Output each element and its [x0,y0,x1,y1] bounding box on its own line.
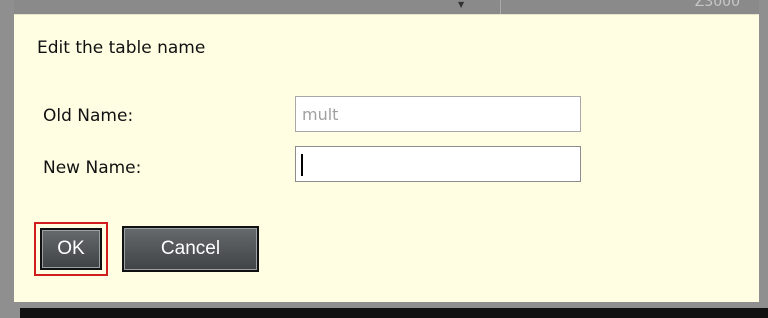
dropdown-arrow-icon: ▼ [458,0,465,9]
cancel-button[interactable]: Cancel [122,226,259,272]
screen: ▼ Z3000 Edit the table name Old Name: Ne… [0,0,768,318]
ok-button[interactable]: OK [40,228,102,270]
edit-table-name-dialog: Edit the table name Old Name: New Name: … [14,14,759,302]
background-partial-text: Z3000 [694,0,740,10]
background-dark-bar [20,308,768,318]
old-name-label: Old Name: [43,106,134,126]
text-caret [301,154,303,176]
ok-button-focus-ring: OK [34,222,108,276]
background-right-edge [759,0,768,318]
new-name-label: New Name: [43,158,142,178]
new-name-field[interactable] [295,146,581,182]
background-left-edge [0,0,14,318]
old-name-field[interactable] [295,96,581,132]
dialog-title: Edit the table name [37,38,206,58]
divider [500,0,501,14]
background-toolbar: ▼ Z3000 [0,0,768,14]
background-bottom-edge [0,302,768,318]
